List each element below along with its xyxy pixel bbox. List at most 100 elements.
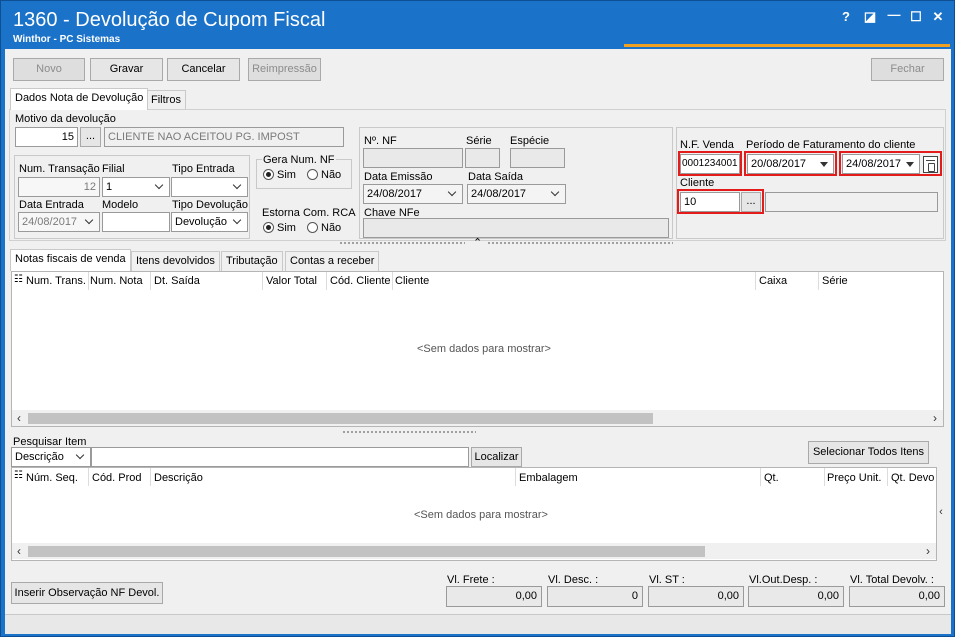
grid1-col-num-trans[interactable]: Num. Trans. [26, 275, 86, 287]
radio-selected-icon [263, 222, 274, 233]
grid1-col-caixa[interactable]: Caixa [759, 275, 787, 287]
grid1-col-num-nota[interactable]: Num. Nota [90, 275, 143, 287]
serie-field[interactable] [465, 148, 500, 168]
data-saida-label: Data Saída [468, 171, 524, 183]
splitter-grip-left[interactable] [339, 241, 465, 245]
grid2-col-sep [515, 468, 516, 486]
cancelar-button[interactable]: Cancelar [167, 58, 240, 81]
num-transacao-label: Num. Transação [19, 163, 100, 175]
motivo-code-input[interactable]: 15 [15, 127, 78, 147]
vl-frete-label: Vl. Frete : [447, 574, 495, 586]
inserir-observacao-button[interactable]: Inserir Observação NF Devol. [11, 582, 163, 604]
scroll-right-icon[interactable]: › [921, 543, 935, 559]
data-emissao-field[interactable]: 24/08/2017 [363, 184, 463, 204]
help-icon[interactable]: ? [837, 9, 855, 24]
num-nf-field[interactable] [363, 148, 463, 168]
pesquisa-input[interactable] [91, 447, 469, 467]
modelo-label: Modelo [102, 199, 139, 211]
grid1-col-sep [392, 272, 393, 290]
tipo-entrada-select[interactable] [171, 177, 248, 197]
filial-label: Filial [102, 163, 125, 175]
maximize-icon[interactable]: ☐ [907, 9, 925, 25]
grid1-col-valor-total[interactable]: Valor Total [266, 275, 317, 287]
chave-nfe-field[interactable] [363, 218, 669, 238]
especie-label: Espécie [510, 135, 550, 147]
especie-field[interactable] [510, 148, 565, 168]
selecionar-todos-button[interactable]: Selecionar Todos Itens [808, 441, 929, 464]
grid2-col-sep [760, 468, 761, 486]
grid2-horizontal-scrollbar[interactable]: ‹ › [12, 543, 936, 559]
grid1-empty-message: <Sem dados para mostrar> [417, 343, 551, 355]
periodo-inicio-highlight [744, 151, 837, 176]
tab-filtros[interactable]: Filtros [146, 90, 186, 110]
grid1-col-cliente[interactable]: Cliente [395, 275, 429, 287]
tab-contas-receber[interactable]: Contas a receber [285, 251, 380, 271]
grid2-col-cod-prod[interactable]: Cód. Prod [92, 472, 142, 484]
tipo-devolucao-select[interactable]: Devolução [171, 212, 248, 232]
splitter-grip-middle[interactable] [342, 430, 476, 434]
scroll-left-icon[interactable]: ‹ [12, 543, 26, 559]
cliente-highlight [677, 189, 764, 214]
status-bar [5, 614, 951, 634]
fechar-button[interactable]: Fechar [871, 58, 944, 81]
grid1-col-sep [150, 272, 151, 290]
tab-notas-fiscais-venda[interactable]: Notas fiscais de venda [10, 249, 131, 271]
tab-itens-devolvidos[interactable]: Itens devolvidos [131, 251, 220, 271]
modelo-input[interactable] [102, 212, 170, 232]
column-chooser-icon[interactable]: ☷ [14, 274, 23, 285]
data-entrada-label: Data Entrada [19, 199, 84, 211]
cliente-label: Cliente [680, 177, 715, 189]
tab-dados-nota-devolucao[interactable]: Dados Nota de Devolução [10, 88, 149, 110]
grid1-col-serie[interactable]: Série [822, 275, 848, 287]
vl-out-desp-field: 0,00 [748, 586, 844, 607]
motivo-label: Motivo da devolução [15, 113, 116, 125]
grid2-col-qt[interactable]: Qt. [764, 472, 779, 484]
gera-num-sim-radio[interactable]: Sim [263, 169, 296, 181]
filial-select[interactable]: 1 [102, 177, 170, 197]
itens-grid: ☷ Núm. Seq. Cód. Prod Descrição Embalage… [11, 467, 937, 561]
collapse-icon[interactable]: ⌃ [473, 236, 482, 249]
gera-num-nao-radio[interactable]: Não [307, 169, 341, 181]
grid2-empty-message: <Sem dados para mostrar> [414, 509, 548, 521]
localizar-button[interactable]: Localizar [471, 447, 522, 467]
serie-label: Série [466, 135, 492, 147]
gera-num-label: Gera Num. NF [262, 154, 336, 166]
grid2-col-embalagem[interactable]: Embalagem [519, 472, 578, 484]
close-icon[interactable]: ✕ [929, 9, 947, 25]
grid2-scroll-thumb[interactable] [28, 546, 705, 557]
grid1-col-dt-saida[interactable]: Dt. Saída [154, 275, 200, 287]
cliente-name-field [765, 192, 938, 212]
grid2-col-preco-unit[interactable]: Preço Unit. [827, 472, 881, 484]
tipo-entrada-label: Tipo Entrada [172, 163, 235, 175]
estorna-nao-radio[interactable]: Não [307, 222, 341, 234]
gera-num-sim-label: Sim [277, 169, 296, 181]
reimpressao-button[interactable]: Reimpressão [248, 58, 321, 81]
novo-button[interactable]: Novo [13, 58, 85, 81]
grid2-col-descricao[interactable]: Descrição [154, 472, 203, 484]
data-saida-field[interactable]: 24/08/2017 [467, 184, 566, 204]
splitter-grip-right[interactable] [487, 241, 673, 245]
vl-st-field: 0,00 [648, 586, 744, 607]
estorna-sim-radio[interactable]: Sim [263, 222, 296, 234]
tab-tributacao[interactable]: Tributação [221, 251, 283, 271]
pesquisa-field-select[interactable]: Descrição [11, 447, 91, 467]
grid1-col-cod-cliente[interactable]: Cód. Cliente [330, 275, 391, 287]
grid2-expand-icon[interactable]: ‹ [936, 504, 946, 520]
restore-icon[interactable]: ◪ [861, 9, 879, 25]
grid1-horizontal-scrollbar[interactable]: ‹ › [12, 410, 943, 426]
vl-desc-field: 0 [547, 586, 643, 607]
gravar-button[interactable]: Gravar [90, 58, 163, 81]
notas-fiscais-grid: ☷ Num. Trans. Num. Nota Dt. Saída Valor … [11, 271, 944, 427]
grid2-col-qt-devol[interactable]: Qt. Devo [891, 472, 936, 484]
scroll-left-icon[interactable]: ‹ [12, 410, 26, 426]
minimize-icon[interactable]: — [885, 7, 903, 22]
grid2-col-num-seq[interactable]: Núm. Seq. [26, 472, 78, 484]
estorna-sim-label: Sim [277, 222, 296, 234]
column-chooser-icon[interactable]: ☷ [14, 470, 23, 481]
grid1-scroll-thumb[interactable] [28, 413, 653, 424]
scroll-right-icon[interactable]: › [928, 410, 942, 426]
window-subtitle: Winthor - PC Sistemas [13, 34, 121, 45]
grid1-col-sep [755, 272, 756, 290]
title-accent-bar [624, 44, 950, 47]
motivo-search-button[interactable]: ... [80, 127, 101, 147]
